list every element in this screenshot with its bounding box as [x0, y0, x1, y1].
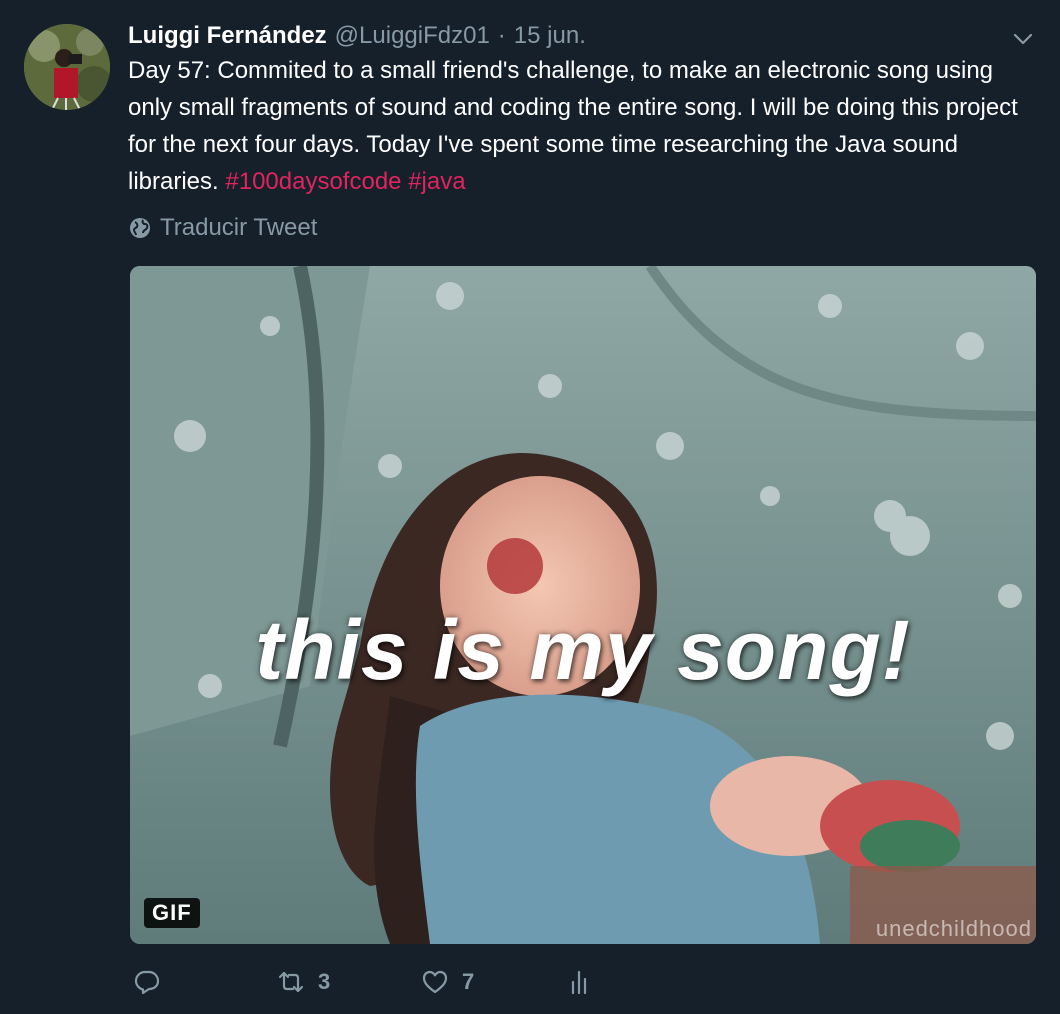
- reply-icon: [134, 970, 160, 995]
- tweet[interactable]: Luiggi Fernández @LuiggiFdz01 · 15 jun. …: [0, 0, 1060, 1014]
- tweet-actions: 3 7: [130, 964, 730, 1004]
- analytics-icon: [571, 970, 587, 995]
- retweet-count: 3: [318, 969, 331, 994]
- like-button[interactable]: 7: [420, 964, 474, 1000]
- retweet-icon: [278, 971, 304, 993]
- avatar-image: [24, 24, 110, 110]
- more-options-button[interactable]: [1012, 28, 1034, 50]
- gif-caption: this is my song!: [255, 603, 911, 697]
- analytics-button[interactable]: [564, 964, 594, 1000]
- translate-tweet-link[interactable]: Traducir Tweet: [128, 212, 317, 244]
- tweet-text: Day 57: Commited to a small friend's cha…: [128, 52, 1028, 200]
- user-handle[interactable]: @LuiggiFdz01: [335, 20, 490, 52]
- gif-watermark: unedchildhood: [875, 916, 1032, 941]
- tweet-date[interactable]: 15 jun.: [514, 20, 586, 52]
- hashtag-100daysofcode[interactable]: #100daysofcode: [225, 168, 401, 195]
- avatar[interactable]: [24, 24, 110, 110]
- globe-icon: [130, 218, 150, 238]
- chevron-down-icon: [1013, 33, 1033, 45]
- tweet-header: Luiggi Fernández @LuiggiFdz01 · 15 jun.: [128, 20, 586, 52]
- display-name[interactable]: Luiggi Fernández: [128, 20, 327, 52]
- reply-button[interactable]: [132, 964, 174, 1000]
- hashtag-java[interactable]: #java: [408, 168, 465, 195]
- heart-icon: [422, 970, 448, 994]
- retweet-button[interactable]: 3: [276, 964, 330, 1000]
- translate-label: Traducir Tweet: [160, 214, 318, 241]
- like-count: 7: [462, 969, 475, 994]
- separator: ·: [497, 22, 506, 49]
- gif-badge: GIF: [144, 898, 200, 928]
- gif-media[interactable]: this is my song! unedchildhood GIF: [130, 266, 1036, 944]
